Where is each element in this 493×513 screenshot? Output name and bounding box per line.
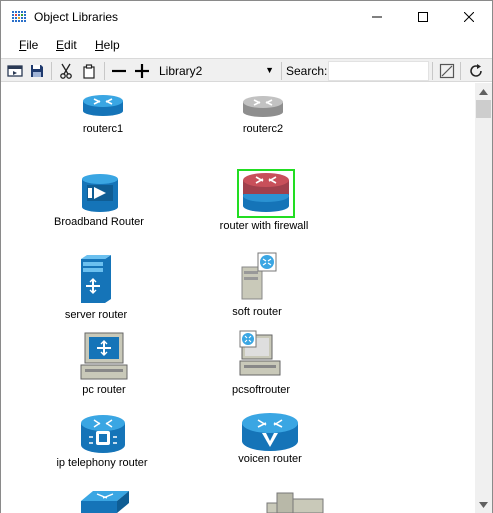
object-item[interactable]: ip telephony router [37, 413, 167, 483]
object-libraries-window: Object Libraries File Edit Help Library2… [0, 0, 493, 513]
library-select[interactable]: Library2 ▼ [157, 61, 277, 81]
object-label: router with firewall [219, 220, 309, 232]
menu-help[interactable]: Help [95, 38, 120, 52]
toolbar: Library2 ▼ Search: [1, 58, 492, 82]
save-icon [31, 65, 43, 77]
object-item[interactable]: routerc2 [198, 83, 328, 143]
search-label: Search: [286, 64, 328, 78]
toolbar-separator [51, 62, 52, 80]
save-button[interactable] [27, 61, 47, 81]
broadband-router-icon [82, 174, 118, 212]
object-item[interactable]: soft router [192, 251, 322, 321]
window-title: Object Libraries [34, 10, 119, 24]
pc-soft-router-icon [239, 330, 281, 376]
object-item[interactable]: router with firewall [199, 168, 329, 232]
object-item[interactable]: routerc1 [38, 83, 168, 143]
chevron-up-icon [479, 88, 488, 95]
scroll-up-button[interactable] [475, 83, 492, 100]
object-item[interactable]: pcsoftrouter [196, 329, 326, 399]
object-label: voicen router [238, 453, 302, 465]
toolbar-separator [460, 62, 461, 80]
menu-bar: File Edit Help [1, 34, 492, 56]
blue-router-icon [83, 95, 123, 116]
clear-filter-button[interactable] [437, 61, 457, 81]
firewall-router-icon [243, 173, 289, 212]
cut-icon [60, 63, 72, 79]
add-library-button[interactable] [132, 61, 152, 81]
chevron-down-icon: ▼ [265, 65, 274, 75]
app-icon [12, 11, 28, 23]
close-icon [464, 12, 474, 22]
gray-router-icon [243, 96, 283, 117]
title-bar: Object Libraries [1, 1, 492, 33]
refresh-icon [470, 64, 482, 77]
object-item[interactable]: server router [31, 253, 161, 323]
object-label: pcsoftrouter [231, 384, 291, 396]
server-router-icon [81, 255, 111, 303]
clear-filter-icon [439, 63, 455, 79]
toolbar-separator [104, 62, 105, 80]
vertical-scrollbar[interactable] [475, 83, 492, 513]
cut-button[interactable] [56, 61, 76, 81]
object-label: server router [64, 309, 128, 321]
search-input[interactable] [328, 61, 429, 81]
object-label: routerc2 [242, 123, 284, 135]
maximize-button[interactable] [400, 1, 446, 33]
switch-icon [81, 491, 129, 513]
remove-icon [112, 69, 126, 73]
open-icon [7, 65, 23, 77]
add-icon [135, 64, 149, 78]
device-icon [266, 492, 324, 513]
scroll-thumb[interactable] [476, 100, 491, 118]
toolbar-separator [432, 62, 433, 80]
object-label: Broadband Router [54, 216, 144, 228]
maximize-icon [418, 12, 428, 22]
close-button[interactable] [446, 1, 492, 33]
object-grid: routerc1 routerc2 Broadband Router route… [1, 83, 475, 513]
voice-router-icon [242, 413, 298, 451]
minimize-button[interactable] [354, 1, 400, 33]
object-item[interactable]: pc router [39, 331, 169, 399]
object-label: pc router [82, 384, 126, 396]
refresh-button[interactable] [466, 61, 486, 81]
chevron-down-icon [479, 501, 488, 508]
library-select-value: Library2 [159, 64, 203, 78]
toolbar-separator [281, 62, 282, 80]
remove-library-button[interactable] [109, 61, 129, 81]
object-label: soft router [232, 306, 282, 318]
soft-router-icon [241, 252, 277, 300]
scroll-down-button[interactable] [475, 496, 492, 513]
object-item[interactable]: Broadband Router [34, 171, 164, 231]
ip-telephony-router-icon [81, 415, 125, 453]
object-label: routerc1 [82, 123, 124, 135]
minimize-icon [372, 16, 382, 18]
menu-file[interactable]: File [19, 38, 38, 52]
open-button[interactable] [5, 61, 25, 81]
menu-edit[interactable]: Edit [56, 38, 77, 52]
paste-icon [83, 64, 95, 79]
pc-router-icon [80, 332, 128, 380]
object-item[interactable]: voicen router [205, 411, 335, 481]
object-label: ip telephony router [56, 457, 148, 469]
paste-button[interactable] [79, 61, 99, 81]
